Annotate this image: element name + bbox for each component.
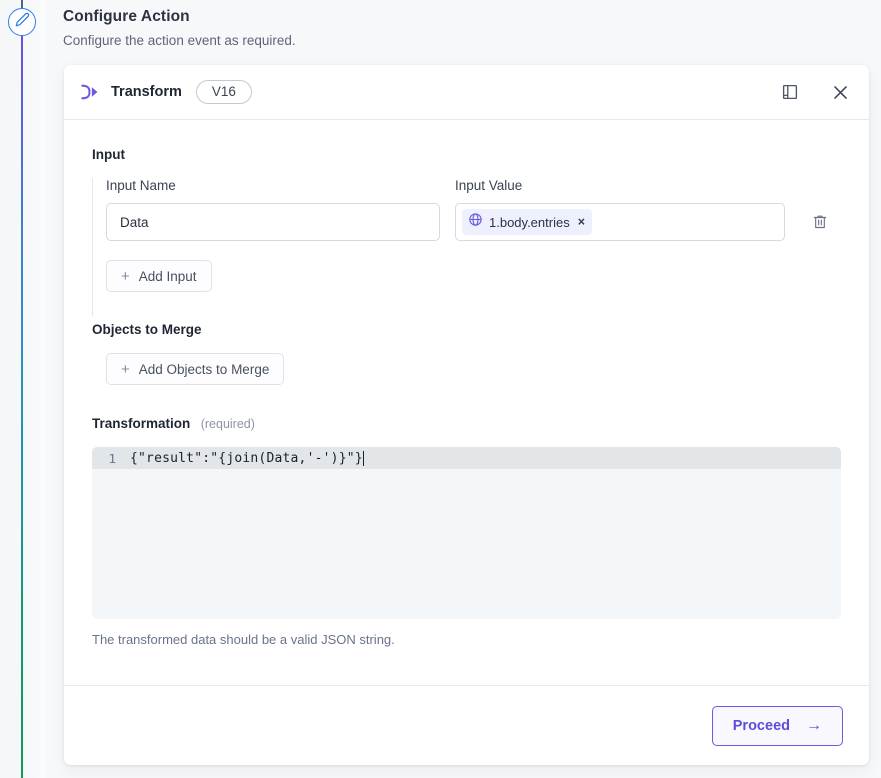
input-name-label: Input Name — [106, 178, 176, 193]
chip-label: 1.body.entries — [489, 214, 570, 230]
editor-help-text: The transformed data should be a valid J… — [92, 632, 395, 647]
editor-line-number: 1 — [108, 450, 116, 466]
objects-to-merge-section: Objects to Merge + Add Objects to Merge — [92, 322, 841, 385]
arrow-right-icon: → — [806, 716, 822, 734]
version-badge[interactable]: V16 — [195, 79, 252, 105]
page-title: Configure Action — [63, 8, 190, 25]
input-group: Input Name Data Input Value 1.body.entri… — [92, 178, 841, 316]
configure-action-panel: Transform V16 Input Input Name Data Inpu… — [64, 65, 869, 765]
chip-remove-icon[interactable]: × — [576, 216, 585, 229]
input-value-field[interactable]: 1.body.entries × — [455, 203, 785, 241]
input-field-row: Input Name Data Input Value 1.body.entri… — [106, 178, 841, 241]
editor-text-caret — [362, 450, 364, 466]
transformation-code-editor[interactable]: 1 {"result":"{join(Data,'-')}"} — [92, 447, 841, 619]
panel-footer: Proceed → — [64, 685, 869, 765]
editor-line-row: 1 {"result":"{join(Data,'-')}"} — [92, 447, 841, 469]
workflow-rail — [0, 0, 46, 778]
add-input-button[interactable]: + Add Input — [106, 260, 212, 292]
add-input-label: Add Input — [138, 268, 197, 284]
input-name-column: Input Name Data — [106, 178, 440, 241]
rail-gradient-connector — [21, 36, 23, 778]
plus-icon: + — [121, 360, 130, 378]
edit-node-button[interactable] — [8, 8, 36, 36]
panel-body: Input Input Name Data Input Value 1.body… — [64, 120, 869, 685]
pencil-edit-icon — [15, 12, 30, 32]
trash-icon[interactable] — [809, 210, 831, 232]
transformation-section: Transformation (required) 1 {"result":"{… — [92, 415, 841, 647]
transformation-heading-row: Transformation (required) — [92, 415, 841, 433]
required-tag: (required) — [200, 417, 255, 431]
panel-header-actions — [779, 81, 851, 103]
input-name-value: Data — [120, 214, 149, 230]
add-objects-label: Add Objects to Merge — [138, 361, 270, 377]
input-guide-line — [92, 178, 93, 316]
editor-code-text: {"result":"{join(Data,'-')}"} — [130, 450, 363, 466]
globe-icon — [468, 212, 483, 232]
plus-icon: + — [121, 267, 130, 285]
add-objects-wrapper: + Add Objects to Merge — [92, 353, 841, 385]
add-objects-to-merge-button[interactable]: + Add Objects to Merge — [106, 353, 285, 385]
book-panel-icon[interactable] — [779, 81, 801, 103]
input-section-heading: Input — [92, 147, 125, 162]
transform-icon — [80, 84, 99, 100]
value-token-chip[interactable]: 1.body.entries × — [462, 209, 593, 235]
add-input-wrapper: + Add Input — [106, 260, 841, 292]
page-header: Configure Action Configure the action ev… — [63, 8, 663, 48]
panel-header: Transform V16 — [64, 65, 869, 120]
input-value-label: Input Value — [455, 178, 523, 193]
panel-title: Transform — [111, 84, 182, 100]
close-icon[interactable] — [829, 81, 851, 103]
input-name-field[interactable]: Data — [106, 203, 440, 241]
proceed-button[interactable]: Proceed → — [711, 705, 843, 746]
page-subtitle: Configure the action event as required. — [63, 33, 296, 48]
input-value-column: Input Value 1.body.entries × — [455, 178, 785, 241]
proceed-label: Proceed — [732, 717, 790, 734]
transformation-heading: Transformation — [92, 416, 191, 431]
objects-section-heading: Objects to Merge — [92, 322, 202, 337]
